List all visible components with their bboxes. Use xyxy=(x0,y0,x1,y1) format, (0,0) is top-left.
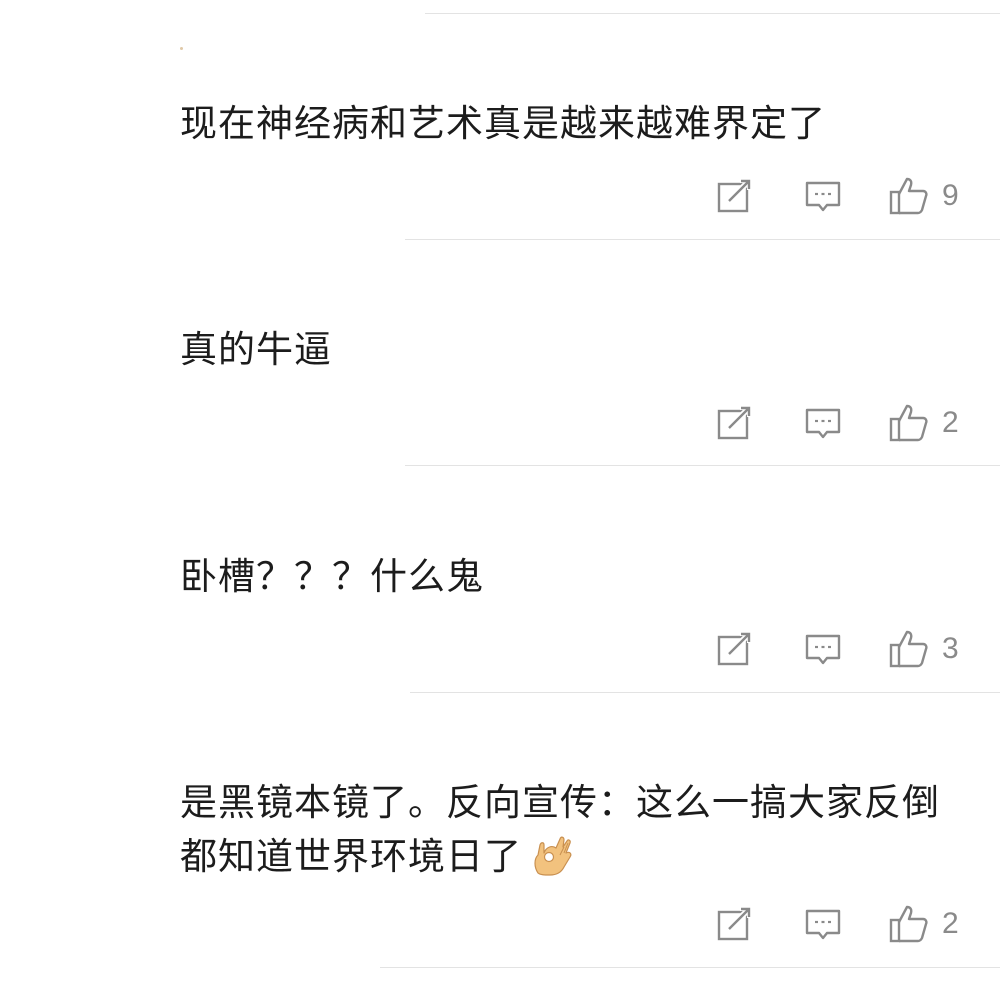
like-button[interactable]: 3 xyxy=(888,627,959,671)
ok-hand-emoji xyxy=(534,836,572,876)
comment-actions: 9 xyxy=(0,174,1000,218)
comment-icon xyxy=(805,181,841,212)
share-icon xyxy=(717,177,753,213)
comment-text: 现在神经病和艺术真是越来越难界定了 xyxy=(180,102,826,145)
comment-text: 卧槽？？？什么鬼 xyxy=(180,555,484,598)
thumbs-up-icon xyxy=(889,177,928,215)
thumbs-up-icon xyxy=(889,905,928,943)
comment-text: 真的牛逼 xyxy=(180,328,332,371)
share-button[interactable] xyxy=(716,902,754,946)
comment-text-wrapper: 是黑镜本镜了。反向宣传：这么一搞大家反倒都知道世界环境日了 xyxy=(180,776,964,884)
like-button[interactable]: 2 xyxy=(888,401,959,445)
comment-icon xyxy=(805,634,841,665)
comment-icon xyxy=(805,909,841,940)
like-count: 2 xyxy=(942,907,959,940)
comment-divider xyxy=(405,239,1000,240)
comment-divider xyxy=(380,967,1000,968)
reply-button[interactable] xyxy=(804,401,842,445)
comment-divider xyxy=(410,692,1000,693)
share-button[interactable] xyxy=(716,401,754,445)
share-button[interactable] xyxy=(716,627,754,671)
comment-actions: 2 xyxy=(0,902,1000,946)
decorative-dot xyxy=(180,47,183,50)
comment-divider xyxy=(405,465,1000,466)
divider-top xyxy=(425,13,1000,14)
comment-icon xyxy=(805,408,841,439)
share-icon xyxy=(717,404,753,440)
thumbs-up-icon xyxy=(889,404,928,442)
comment-actions: 2 xyxy=(0,401,1000,445)
like-count: 9 xyxy=(942,179,959,212)
share-icon xyxy=(717,630,753,666)
thumbs-up-icon xyxy=(889,630,928,668)
reply-button[interactable] xyxy=(804,627,842,671)
share-icon xyxy=(717,905,753,941)
like-count: 3 xyxy=(942,632,959,665)
like-count: 2 xyxy=(942,406,959,439)
share-button[interactable] xyxy=(716,174,754,218)
reply-button[interactable] xyxy=(804,902,842,946)
like-button[interactable]: 2 xyxy=(888,902,959,946)
like-button[interactable]: 9 xyxy=(888,174,959,218)
comment-actions: 3 xyxy=(0,627,1000,671)
reply-button[interactable] xyxy=(804,174,842,218)
